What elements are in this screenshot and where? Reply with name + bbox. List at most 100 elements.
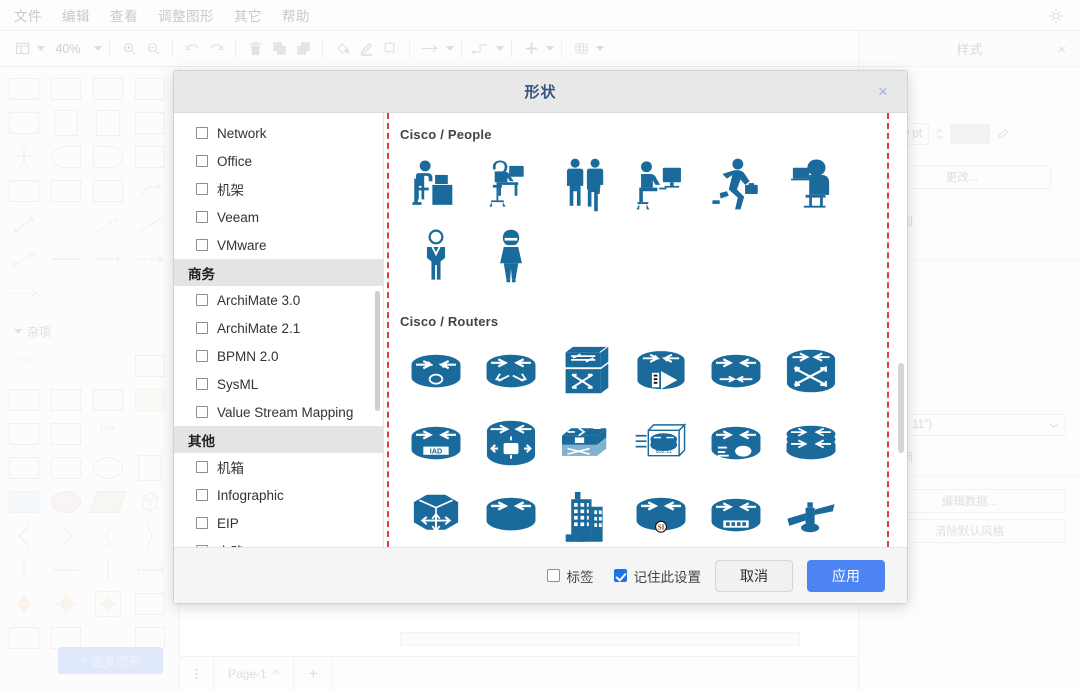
zoom-caret-icon[interactable] xyxy=(94,46,102,51)
zoom-out-icon[interactable] xyxy=(141,36,165,62)
shape-iad-router[interactable]: IAD xyxy=(398,407,473,479)
shape-woman-at-desk[interactable] xyxy=(473,148,548,220)
shape-item[interactable] xyxy=(45,417,87,451)
category-eip[interactable]: EIP xyxy=(174,509,383,537)
category-veeam[interactable]: Veeam xyxy=(174,203,383,231)
shape-item[interactable] xyxy=(45,587,87,621)
close-icon[interactable]: × xyxy=(873,82,893,102)
category-archimate-30[interactable]: ArchiMate 3.0 xyxy=(174,286,383,314)
shape-router-with-video[interactable] xyxy=(623,335,698,407)
shape-item[interactable] xyxy=(3,276,45,310)
menu-file[interactable]: 文件 xyxy=(12,3,44,27)
menu-view[interactable]: 查看 xyxy=(108,3,140,27)
shape-item[interactable] xyxy=(45,383,87,417)
shapes-dialog[interactable]: 形状 × Network Office 机架 Veeam VMware 商务 A… xyxy=(173,70,908,604)
shape-layer-3-switch[interactable] xyxy=(548,407,623,479)
to-back-icon[interactable] xyxy=(291,36,315,62)
kebab-menu-icon[interactable] xyxy=(180,656,214,690)
category-vmware[interactable]: VMware xyxy=(174,231,383,259)
insert-caret-icon[interactable] xyxy=(546,46,554,51)
shape-item[interactable] xyxy=(87,208,129,242)
shape-item[interactable] xyxy=(129,140,171,174)
preview-scrollbar[interactable] xyxy=(898,363,904,453)
category-bpmn-20[interactable]: BPMN 2.0 xyxy=(174,342,383,370)
shape-person-at-desk[interactable] xyxy=(398,148,473,220)
shape-item[interactable] xyxy=(45,349,87,383)
shape-item[interactable] xyxy=(3,242,45,276)
table-icon[interactable] xyxy=(569,36,593,62)
shape-item[interactable] xyxy=(87,242,129,276)
shape-item[interactable] xyxy=(87,587,129,621)
shape-item[interactable] xyxy=(3,621,45,655)
shape-item[interactable] xyxy=(45,106,87,140)
close-icon[interactable]: × xyxy=(1058,41,1066,57)
shape-item[interactable] xyxy=(45,242,87,276)
shape-item[interactable] xyxy=(87,140,129,174)
shape-item[interactable] xyxy=(129,587,171,621)
more-shapes-button[interactable]: + 更多图形 xyxy=(58,647,163,674)
category-network[interactable]: Network xyxy=(174,119,383,147)
shape-item[interactable] xyxy=(87,383,129,417)
shape-item[interactable] xyxy=(45,553,87,587)
checkbox-icon[interactable] xyxy=(546,569,560,582)
shape-router[interactable] xyxy=(398,335,473,407)
page-tab-page-1[interactable]: Page-1 ^ xyxy=(214,656,295,690)
shape-item[interactable] xyxy=(87,519,129,553)
shape-businesswoman[interactable] xyxy=(473,220,548,292)
category-rack[interactable]: 机架 xyxy=(174,175,383,203)
category-office[interactable]: Office xyxy=(174,147,383,175)
layout-icon[interactable] xyxy=(10,36,34,62)
font-size-stepper-icon[interactable] xyxy=(935,125,944,143)
shape-item[interactable]: Link xyxy=(87,417,129,451)
category-circuit[interactable]: 电路 xyxy=(174,537,383,547)
shape-item[interactable] xyxy=(45,174,87,208)
checkbox-checked-icon[interactable] xyxy=(613,569,627,582)
remember-setting-checkbox[interactable]: 记住此设置 xyxy=(613,566,701,586)
shape-item[interactable] xyxy=(87,349,129,383)
add-page-button[interactable]: + xyxy=(294,656,334,690)
menu-extras[interactable]: 其它 xyxy=(232,3,264,27)
shadow-icon[interactable] xyxy=(378,36,402,62)
shape-category-list[interactable]: Network Office 机架 Veeam VMware 商务 ArchiM… xyxy=(174,113,384,547)
checkbox-icon[interactable] xyxy=(196,294,208,306)
shape-item[interactable] xyxy=(87,485,129,519)
redo-icon[interactable] xyxy=(204,36,228,62)
checkbox-icon[interactable] xyxy=(196,127,208,139)
shape-item[interactable] xyxy=(45,485,87,519)
shape-item[interactable] xyxy=(129,417,171,451)
category-sysml[interactable]: SysML xyxy=(174,370,383,398)
shape-item[interactable] xyxy=(129,519,171,553)
shape-item[interactable] xyxy=(45,208,87,242)
shape-nat-router[interactable] xyxy=(398,479,473,547)
line-color-icon[interactable] xyxy=(354,36,378,62)
checkbox-icon[interactable] xyxy=(196,406,208,418)
shape-item[interactable]: Title xyxy=(3,349,45,383)
layout-caret-icon[interactable] xyxy=(37,46,45,51)
shape-item[interactable] xyxy=(87,553,129,587)
shape-voice-gateway-router[interactable] xyxy=(698,407,773,479)
checkbox-icon[interactable] xyxy=(196,155,208,167)
tags-checkbox[interactable]: 标签 xyxy=(546,566,594,586)
shape-running-man-briefcase[interactable] xyxy=(698,148,773,220)
zoom-level[interactable]: 40% xyxy=(45,42,91,56)
shape-item[interactable] xyxy=(129,242,171,276)
shape-man-at-computer[interactable] xyxy=(623,148,698,220)
waypoint-icon[interactable] xyxy=(469,36,493,62)
checkbox-icon[interactable] xyxy=(196,183,208,195)
category-value-stream-mapping[interactable]: Value Stream Mapping xyxy=(174,398,383,426)
checkbox-icon[interactable] xyxy=(196,489,208,501)
arrow-caret-icon[interactable] xyxy=(446,46,454,51)
shape-item[interactable] xyxy=(45,140,87,174)
font-color-swatch[interactable] xyxy=(950,124,990,144)
menu-arrange[interactable]: 调整图形 xyxy=(156,3,216,27)
shape-preview-area[interactable]: Cisco / People Cisco / Routers IAD 802.1… xyxy=(384,113,907,547)
shape-atm-switch[interactable] xyxy=(548,335,623,407)
shape-item[interactable] xyxy=(3,140,45,174)
checkbox-icon[interactable] xyxy=(196,461,208,473)
shape-item[interactable] xyxy=(3,417,45,451)
shape-item[interactable] xyxy=(3,106,45,140)
waypoint-caret-icon[interactable] xyxy=(496,46,504,51)
shape-edge-router[interactable] xyxy=(473,479,548,547)
category-archimate-21[interactable]: ArchiMate 2.1 xyxy=(174,314,383,342)
checkbox-icon[interactable] xyxy=(196,350,208,362)
